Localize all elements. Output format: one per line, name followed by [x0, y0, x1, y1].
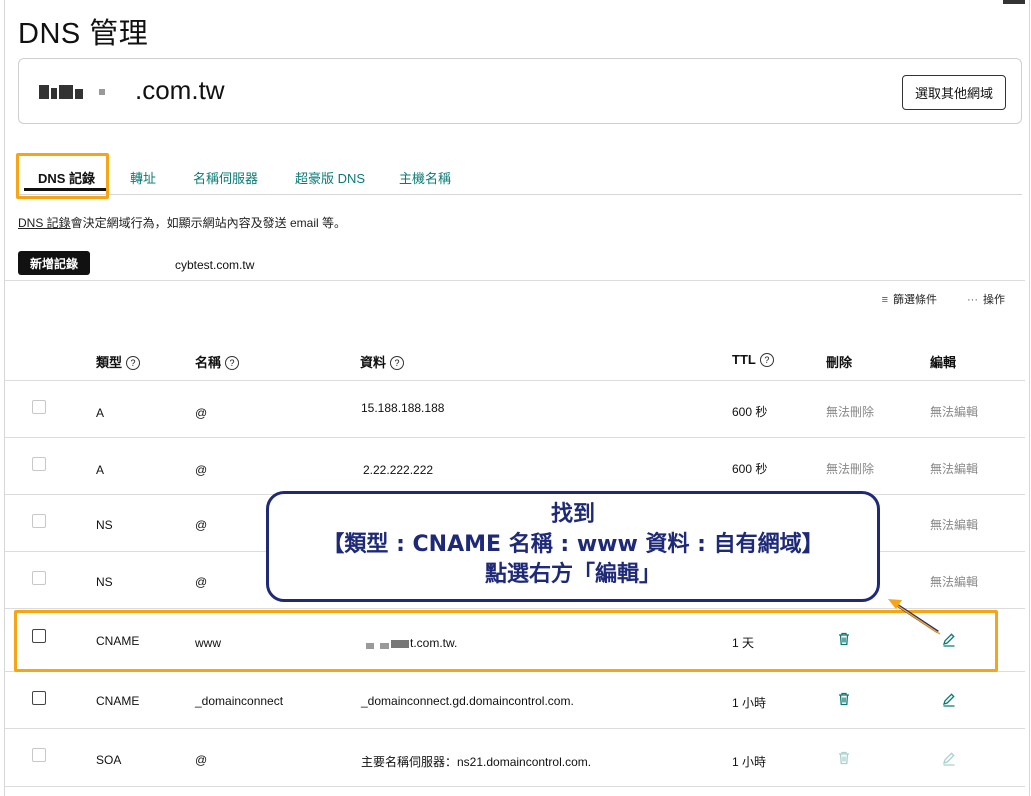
cell-name: _domainconnect	[195, 694, 284, 708]
filter-button[interactable]: ≡ 篩選條件	[882, 291, 937, 307]
pencil-icon[interactable]	[942, 693, 956, 707]
row-checkbox[interactable]	[32, 748, 46, 762]
callout-line-2: 【類型 : CNAME 名稱 : www 資料 : 自有網域】	[322, 532, 824, 557]
cell-type: A	[96, 463, 105, 477]
cell-ttl: 600 秒	[732, 405, 768, 419]
header-ttl: TTL?	[732, 352, 774, 367]
callout-line-3: 點選右方「編輯」	[484, 562, 661, 587]
trash-icon[interactable]	[837, 692, 851, 706]
add-record-button[interactable]: 新增記錄	[18, 251, 90, 275]
row-checkbox[interactable]	[32, 514, 46, 528]
table-row: A @ 2.22.222.222 600 秒 無法刪除 無法編輯	[5, 437, 1025, 495]
row-highlight-box	[14, 610, 998, 672]
instruction-callout: 找到 【類型 : CNAME 名稱 : www 資料 : 自有網域】 點選右方「…	[266, 491, 880, 602]
header-edit: 編輯	[930, 355, 957, 370]
header-data: 資料?	[360, 352, 405, 371]
cell-ttl: 1 小時	[732, 755, 767, 769]
help-icon[interactable]: ?	[126, 356, 141, 370]
page-description: DNS 記錄會決定網域行為，如顯示網站內容及發送 email 等。	[18, 214, 346, 231]
domain-suffix: .com.tw	[135, 75, 225, 105]
tab-forwarding[interactable]: 轉址	[130, 168, 156, 187]
cell-name: @	[195, 518, 208, 532]
dns-records-link[interactable]: DNS 記錄	[18, 216, 71, 230]
section-divider	[5, 280, 1025, 281]
cell-type: A	[96, 406, 105, 420]
cell-type: NS	[96, 575, 113, 589]
row-checkbox[interactable]	[32, 691, 46, 705]
cell-name: @	[195, 575, 208, 589]
page-title: DNS 管理	[18, 18, 149, 50]
operations-button[interactable]: ··· 操作	[967, 291, 1005, 307]
pencil-icon	[943, 752, 955, 766]
cell-edit-disabled: 無法編輯	[930, 518, 979, 532]
tab-hostnames[interactable]: 主機名稱	[399, 168, 451, 187]
domain-card: .com.tw 選取其他網域	[18, 58, 1022, 124]
cell-data: 2.22.222.222	[363, 463, 434, 477]
more-icon: ···	[967, 294, 978, 306]
callout-arrow	[888, 599, 941, 635]
header-type: 類型?	[96, 352, 141, 371]
cell-data: _domainconnect.gd.domaincontrol.com.	[361, 694, 574, 708]
subdomain-label: cybtest.com.tw	[175, 258, 255, 272]
tab-premium-dns[interactable]: 超豪版 DNS	[295, 168, 365, 187]
table-row: CNAME _domainconnect _domainconnect.gd.d…	[5, 671, 1025, 729]
help-icon[interactable]: ?	[759, 353, 774, 367]
trash-icon	[839, 751, 849, 765]
operations-label: 操作	[983, 294, 1005, 306]
cell-data: 主要名稱伺服器：ns21.domaincontrol.com.	[361, 755, 592, 769]
row-checkbox[interactable]	[32, 400, 46, 414]
choose-other-domain-button[interactable]: 選取其他網域	[901, 75, 1006, 110]
domain-name-mask	[39, 85, 129, 99]
header-delete: 刪除	[826, 355, 853, 370]
cell-name: @	[195, 463, 208, 477]
window-corner-mark	[1003, 0, 1025, 4]
row-checkbox[interactable]	[32, 457, 46, 471]
table-toolbar: ≡ 篩選條件 ··· 操作	[882, 291, 1005, 307]
cell-ttl: 600 秒	[732, 462, 768, 476]
cell-type: NS	[96, 518, 113, 532]
cell-type: CNAME	[96, 694, 140, 708]
help-icon[interactable]: ?	[225, 356, 240, 370]
description-text: 會決定網域行為，如顯示網站內容及發送 email 等。	[70, 216, 347, 230]
filter-label: 篩選條件	[893, 294, 937, 306]
cell-edit-disabled: 無法編輯	[930, 462, 979, 476]
cell-type: SOA	[96, 753, 122, 767]
cell-name: @	[195, 406, 208, 420]
tab-highlight-box	[16, 153, 109, 199]
table-row: A @ 15.188.188.188 600 秒 無法刪除 無法編輯	[5, 380, 1025, 438]
cell-edit-disabled: 無法編輯	[930, 405, 979, 419]
tab-nameservers[interactable]: 名稱伺服器	[193, 168, 258, 187]
filter-icon: ≡	[881, 294, 888, 306]
cell-edit-disabled: 無法編輯	[930, 575, 979, 589]
cell-data: 15.188.188.188	[361, 401, 445, 415]
cell-delete-disabled: 無法刪除	[826, 462, 875, 476]
cell-ttl: 1 小時	[732, 696, 767, 710]
row-checkbox[interactable]	[32, 571, 46, 585]
header-name: 名稱?	[195, 352, 240, 371]
callout-line-1: 找到	[550, 502, 595, 527]
cell-name: @	[195, 753, 208, 767]
dns-tabs: DNS 記錄 轉址 名稱伺服器 超豪版 DNS 主機名稱	[18, 154, 1022, 195]
table-bottom-border	[5, 786, 1025, 787]
table-row: SOA @ 主要名稱伺服器：ns21.domaincontrol.com. 1 …	[5, 728, 1025, 786]
cell-delete-disabled: 無法刪除	[826, 405, 875, 419]
help-icon[interactable]: ?	[390, 356, 405, 370]
